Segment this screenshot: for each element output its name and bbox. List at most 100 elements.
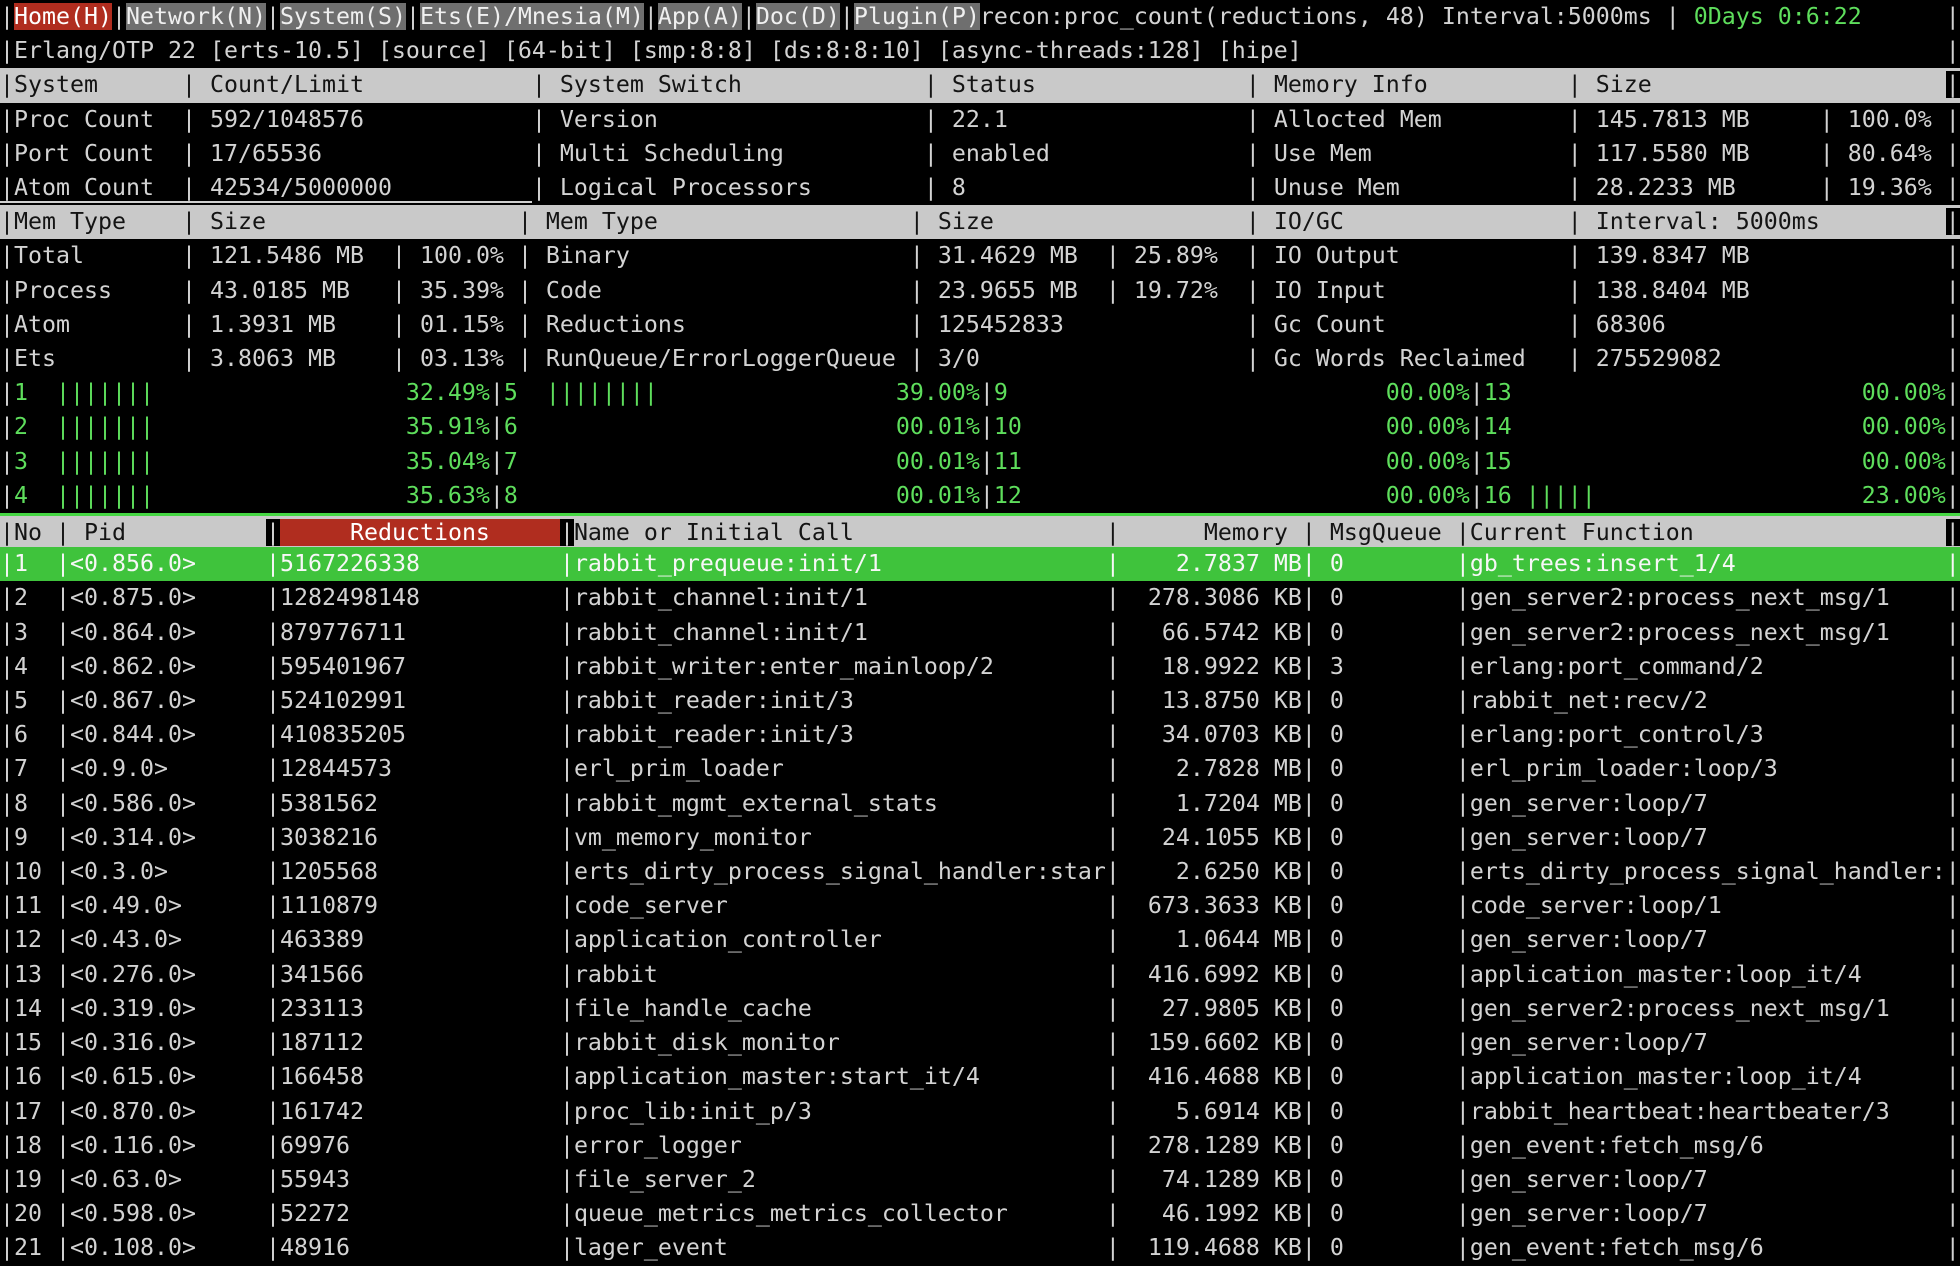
cell-memory: 5.6914 KB [1120, 1098, 1302, 1125]
tab-doc[interactable]: Doc(D) [756, 3, 840, 30]
cell-msgqueue: 0 [1316, 961, 1456, 988]
pipe: | [56, 858, 70, 885]
scheduler-13-usage: 13 00.00% [1484, 379, 1946, 406]
cell-reductions: 5381562 [280, 790, 560, 817]
cell-pid: <0.856.0> [70, 550, 266, 577]
tab-home[interactable]: Home(H) [14, 3, 112, 30]
pipe: | [56, 995, 70, 1022]
border-right: | [1946, 721, 1960, 748]
pipe: | [1302, 892, 1316, 919]
pipe: | [266, 995, 280, 1022]
cell-msgqueue: 0 [1316, 790, 1456, 817]
pipe: | [1302, 961, 1316, 988]
border-right: | [1946, 1098, 1960, 1125]
cell-msgqueue: 0 [1316, 892, 1456, 919]
cell-no: 16 [14, 1063, 56, 1090]
border-right: | [1946, 1029, 1960, 1056]
pipe: | [1302, 653, 1316, 680]
system-info-line: |Erlang/OTP 22 [erts-10.5] [source] [64-… [0, 34, 1960, 68]
cell-memory: 46.1992 KB [1120, 1200, 1302, 1227]
pipe: | [0, 961, 14, 988]
cell-no: 15 [14, 1029, 56, 1056]
pipe: | [0, 824, 14, 851]
pipe: | [56, 790, 70, 817]
pipe: | [1456, 926, 1470, 953]
cell-memory-label: | Allocted Mem [1246, 106, 1568, 133]
col-header-io-gc: | IO/GC [1246, 208, 1568, 235]
cell-mem-type-2: | RunQueue/ErrorLoggerQueue [518, 345, 910, 372]
cell-reductions: 1205568 [280, 858, 560, 885]
process-table-row: |19 |<0.63.0> |55943 |file_server_2 | 74… [0, 1163, 1960, 1197]
cell-pid: <0.49.0> [70, 892, 266, 919]
tab-ets-mnesia[interactable]: Ets(E)/Mnesia(M) [420, 3, 644, 30]
cell-pid: <0.864.0> [70, 619, 266, 646]
col-header-system-switch: | System Switch [532, 71, 924, 98]
border-right: | [1946, 550, 1960, 577]
pipe: | [0, 174, 14, 203]
tab-network[interactable]: Network(N) [126, 3, 266, 30]
scheduler-14-usage: 14 00.00% [1484, 413, 1946, 440]
cell-name: proc_lib:init_p/3 [574, 1098, 1106, 1125]
cell-current-function: gen_server:loop/7 [1470, 1166, 1946, 1193]
cell-msgqueue: 0 [1316, 687, 1456, 714]
pipe: | [0, 926, 14, 953]
cell-msgqueue: 0 [1316, 1063, 1456, 1090]
process-table-row: |2 |<0.875.0> |1282498148 |rabbit_channe… [0, 581, 1960, 615]
pipe: | [560, 1063, 574, 1090]
cell-msgqueue: 3 [1316, 653, 1456, 680]
border-right: | [1946, 519, 1960, 546]
pipe: | [0, 345, 14, 372]
border-right: | [1946, 1234, 1960, 1261]
pipe: | [0, 584, 14, 611]
cell-mem-type-1: Ets [14, 345, 182, 372]
cell-no: 5 [14, 687, 56, 714]
scheduler-16-usage: 16 ||||| 23.00% [1484, 482, 1946, 509]
process-table-row: |6 |<0.844.0> |410835205 |rabbit_reader:… [0, 718, 1960, 752]
cell-no: 2 [14, 584, 56, 611]
pipe: | [560, 584, 574, 611]
tab-plugin[interactable]: Plugin(P) [854, 3, 980, 30]
observer-cli-terminal: | Home(H) | Network(N) | System(S) | Ets(E)/Mne… [0, 0, 1960, 1266]
cell-reductions: 161742 [280, 1098, 560, 1125]
pipe: | [560, 653, 574, 680]
cell-msgqueue: 0 [1316, 550, 1456, 577]
pipe: | [266, 584, 280, 611]
pipe: | [0, 277, 14, 304]
cell-memory: 159.6602 KB [1120, 1029, 1302, 1056]
cell-msgqueue: 0 [1316, 1098, 1456, 1125]
pipe: | [1106, 550, 1120, 577]
cell-pid: <0.116.0> [70, 1132, 266, 1159]
pipe: | [0, 1200, 14, 1227]
pipe: | [266, 721, 280, 748]
cell-name: rabbit_reader:init/3 [574, 687, 1106, 714]
pipe: | [490, 413, 504, 440]
pipe: | [1106, 1098, 1120, 1125]
pipe: | [560, 687, 574, 714]
cell-current-function: rabbit_net:recv/2 [1470, 687, 1946, 714]
pipe: | [560, 1098, 574, 1125]
pipe: | [1456, 1166, 1470, 1193]
pipe: | [266, 1063, 280, 1090]
pipe: | [56, 619, 70, 646]
col-header-reductions-sorted[interactable]: Reductions [280, 519, 560, 546]
cell-msgqueue: 0 [1316, 721, 1456, 748]
memory-table-header: |Mem Type | Size | Mem Type | Size | IO/… [0, 205, 1960, 239]
border-right: | [1946, 311, 1960, 338]
cell-no: 10 [14, 858, 56, 885]
pipe: | [1106, 619, 1120, 646]
pipe: | [1106, 961, 1120, 988]
cell-current-function: gen_server:loop/7 [1470, 824, 1946, 851]
pipe: | [266, 687, 280, 714]
pipe: | [266, 926, 280, 953]
pipe: | [1456, 1132, 1470, 1159]
cell-memory: 278.3086 KB [1120, 584, 1302, 611]
cell-count-limit: | 17/65536 [182, 140, 532, 167]
tab-app[interactable]: App(A) [658, 3, 742, 30]
process-table-row: |21 |<0.108.0> |48916 |lager_event | 119… [0, 1231, 1960, 1265]
cell-current-function: erlang:port_control/3 [1470, 721, 1946, 748]
pipe: | [560, 926, 574, 953]
cell-current-function: gen_server2:process_next_msg/1 [1470, 995, 1946, 1022]
tab-system[interactable]: System(S) [280, 3, 406, 30]
cell-name: rabbit_disk_monitor [574, 1029, 1106, 1056]
process-table-row: |12 |<0.43.0> |463389 |application_contr… [0, 923, 1960, 957]
